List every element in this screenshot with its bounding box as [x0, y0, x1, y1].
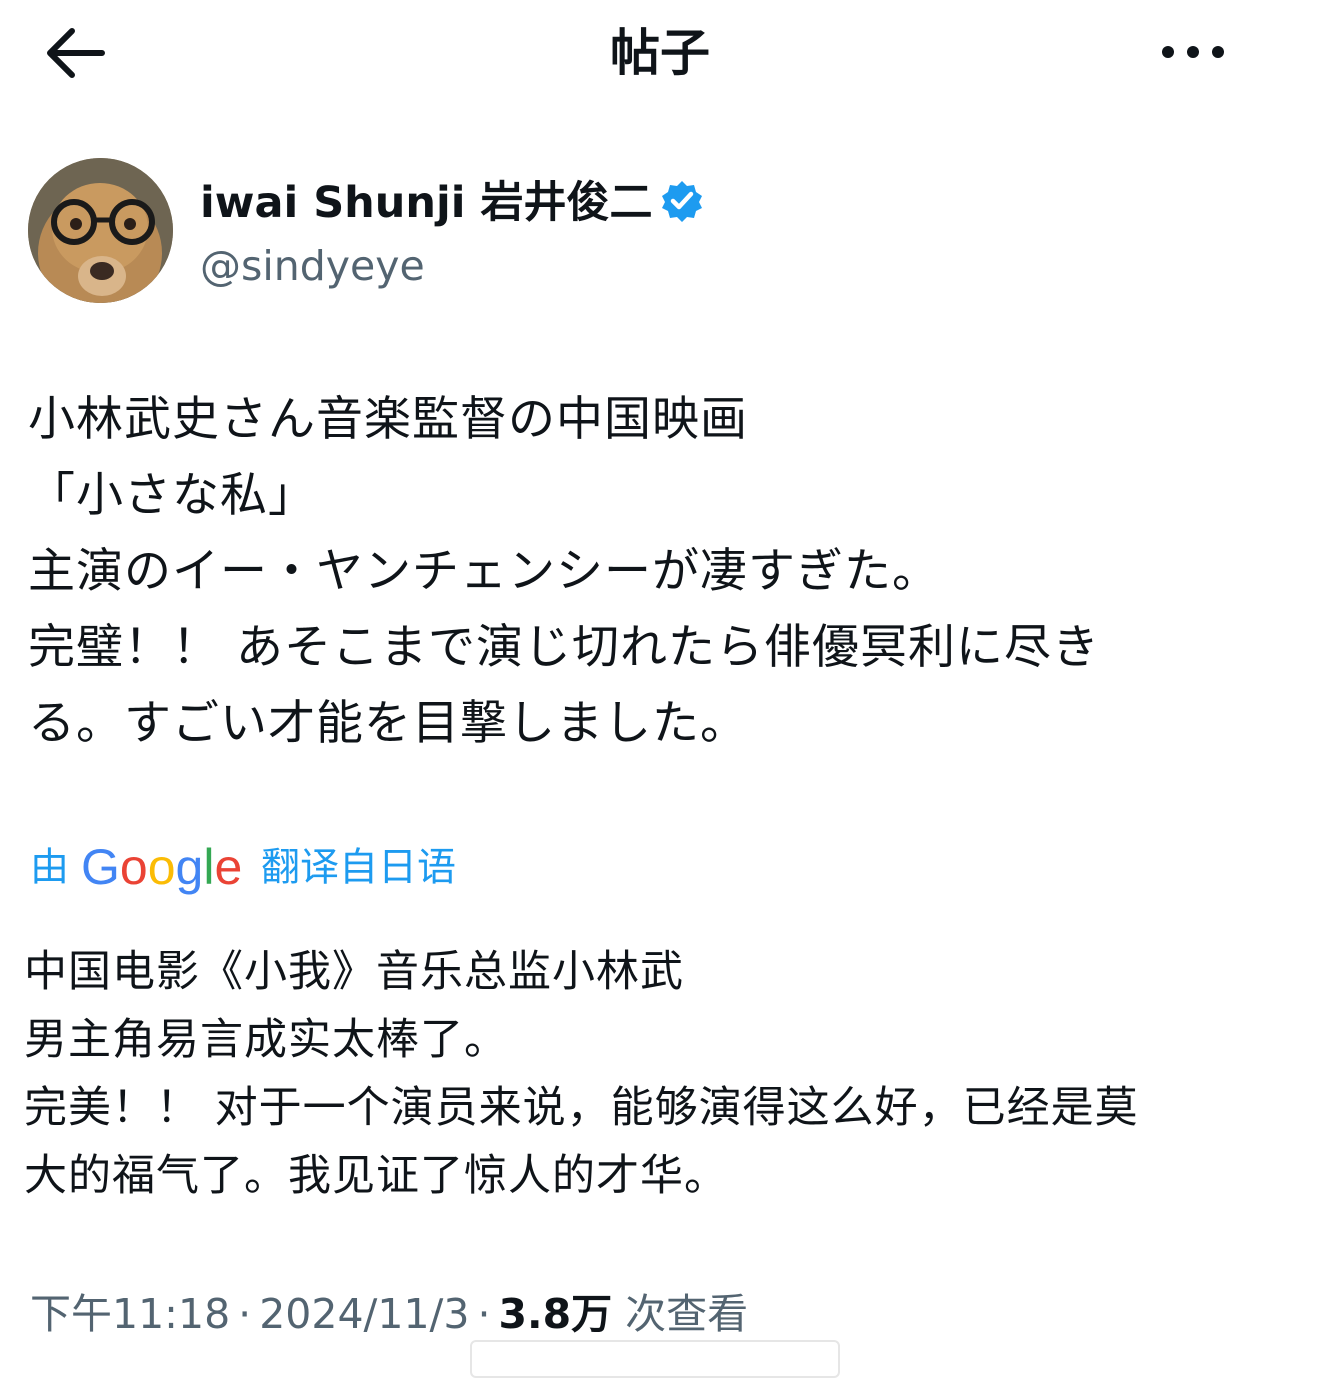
page-title: 帖子 — [610, 24, 710, 82]
meta-separator: · — [238, 1290, 252, 1338]
translation-prefix: 由 — [30, 845, 70, 891]
more-button[interactable] — [1158, 30, 1228, 74]
meta-separator: · — [477, 1290, 491, 1338]
user-handle[interactable]: @sindyeye — [200, 240, 425, 292]
post-line: 主演のイー・ヤンチェンシーが凄すぎた。 — [28, 544, 940, 599]
google-logo-icon: Google — [81, 839, 242, 895]
post-line: 小林武史さん音楽監督の中国映画 — [28, 392, 748, 447]
display-name-text: iwai Shunji 岩井俊二 — [200, 178, 653, 228]
post-date[interactable]: 2024/11/3 — [259, 1290, 469, 1338]
top-bar: 帖子 — [0, 0, 1320, 110]
watermark-overlay — [470, 1340, 840, 1378]
translation-line: 男主角易言成实太棒了。 — [24, 1015, 508, 1065]
translation-line: 大的福气了。我见证了惊人的才华。 — [24, 1151, 728, 1201]
translated-text: 中国电影《小我》音乐总监小林武 男主角易言成实太棒了。 完美！！ 对于一个演员来… — [24, 938, 1296, 1210]
post-meta: 下午11:18 · 2024/11/3 · 3.8万 次查看 — [30, 1284, 748, 1344]
avatar-dog-with-glasses-image — [28, 158, 173, 303]
views-label: 次查看 — [625, 1290, 749, 1338]
post-line: る。すごい才能を目撃しました。 — [28, 696, 748, 751]
translation-suffix: 翻译自日语 — [261, 845, 457, 891]
translation-line: 中国电影《小我》音乐总监小林武 — [24, 947, 684, 997]
post-detail-page: 帖子 iwai Shunji 岩井俊二 @sindyeye 小林武史さん音楽監督… — [0, 0, 1320, 1393]
author-block: iwai Shunji 岩井俊二 @sindyeye — [28, 158, 928, 308]
translation-notice[interactable]: 由 Google 翻译自日语 — [30, 836, 456, 898]
avatar[interactable] — [28, 158, 173, 303]
verified-badge-icon — [662, 181, 703, 222]
display-name[interactable]: iwai Shunji 岩井俊二 — [200, 176, 704, 230]
post-line: 「小さな私」 — [28, 468, 316, 523]
post-body: 小林武史さん音楽監督の中国映画 「小さな私」 主演のイー・ヤンチェンシーが凄すぎ… — [28, 382, 1290, 762]
views-count[interactable]: 3.8万 — [498, 1290, 612, 1338]
translation-line: 完美！！ 对于一个演员来说，能够演得这么好，已经是莫 — [24, 1083, 1139, 1133]
svg-text:Google: Google — [81, 839, 242, 895]
more-horizontal-icon — [1162, 46, 1224, 58]
post-line: 完璧！！ あそこまで演じ切れたら俳優冥利に尽き — [28, 620, 1100, 675]
post-time[interactable]: 下午11:18 — [30, 1290, 230, 1338]
